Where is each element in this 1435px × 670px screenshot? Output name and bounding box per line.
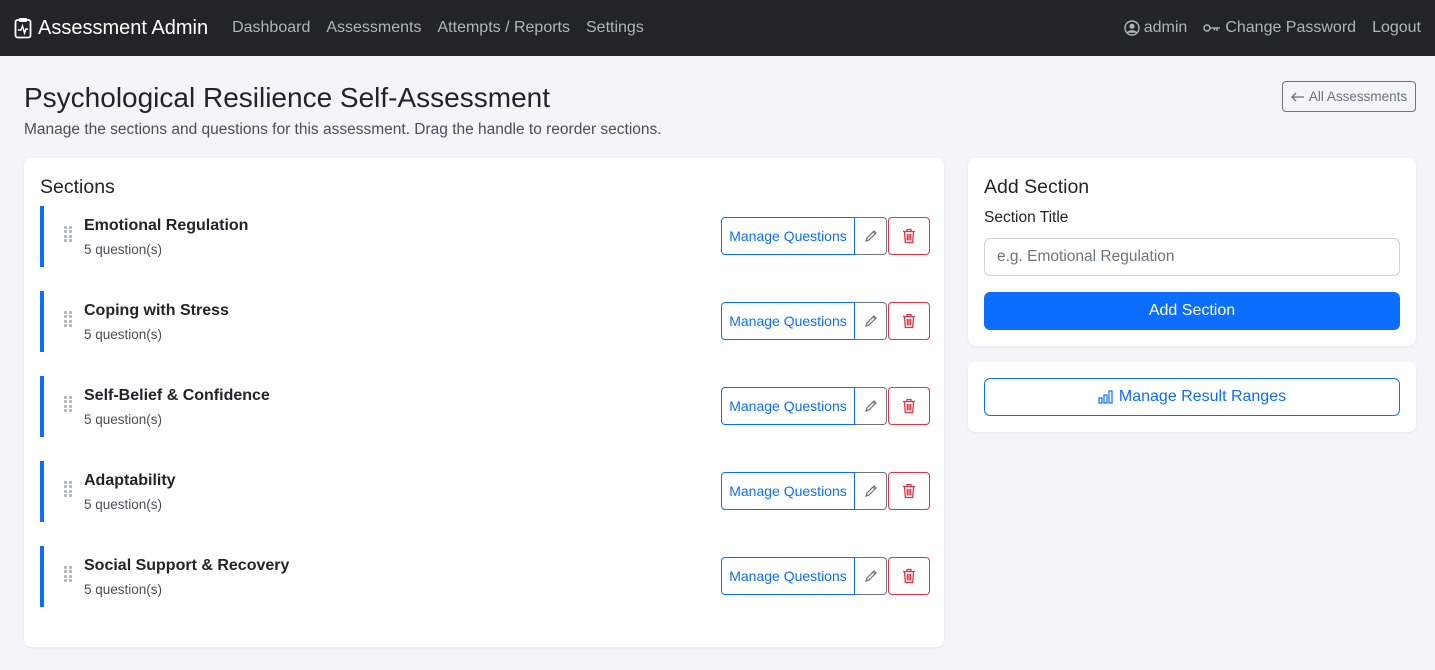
drag-handle-icon[interactable]: [64, 396, 72, 412]
trash-icon: [903, 483, 915, 499]
edit-section-button[interactable]: [855, 472, 887, 510]
section-question-count: 5 question(s): [84, 497, 163, 512]
user-circle-icon: [1124, 20, 1140, 36]
delete-section-button[interactable]: [888, 472, 930, 510]
section-title: Social Support & Recovery: [84, 557, 290, 574]
nav-change-password-label: Change Password: [1225, 19, 1357, 36]
drag-handle-icon[interactable]: [64, 566, 72, 582]
delete-section-button[interactable]: [888, 387, 930, 425]
pencil-icon: [864, 570, 877, 582]
section-question-count: 5 question(s): [84, 412, 163, 427]
pencil-icon: [864, 315, 877, 327]
manage-result-ranges-button[interactable]: Manage Result Ranges: [984, 378, 1400, 416]
all-assessments-label: All Assessments: [1308, 89, 1408, 104]
nav-links: Dashboard Assessments Attempts / Reports…: [232, 19, 644, 37]
section-title: Emotional Regulation: [84, 217, 249, 234]
section-row: Self-Belief & Confidence 5 question(s) M…: [40, 376, 930, 437]
drag-handle-icon[interactable]: [64, 226, 72, 242]
edit-section-button[interactable]: [855, 302, 887, 340]
section-question-count: 5 question(s): [84, 582, 163, 597]
brand-name: Assessment Admin: [38, 16, 209, 39]
section-actions: Manage Questions: [721, 387, 930, 425]
page-subtitle: Manage the sections and questions for th…: [24, 121, 662, 138]
manage-questions-button[interactable]: Manage Questions: [721, 217, 855, 255]
add-section-title: Add Section: [984, 176, 1090, 198]
drag-handle-icon[interactable]: [64, 311, 72, 327]
nav-settings[interactable]: Settings: [586, 19, 644, 37]
nav-assessments[interactable]: Assessments: [326, 19, 421, 37]
manage-questions-button[interactable]: Manage Questions: [721, 557, 855, 595]
delete-section-button[interactable]: [888, 557, 930, 595]
section-actions: Manage Questions: [721, 557, 930, 595]
brand[interactable]: Assessment Admin: [14, 17, 208, 40]
section-actions: Manage Questions: [721, 217, 930, 255]
trash-icon: [903, 228, 915, 244]
section-title: Adaptability: [84, 472, 176, 489]
all-assessments-button[interactable]: All Assessments: [1282, 81, 1416, 112]
clipboard-pulse-icon: [14, 18, 32, 39]
delete-section-button[interactable]: [888, 302, 930, 340]
drag-handle-icon[interactable]: [64, 481, 72, 497]
nav-user[interactable]: admin: [1124, 19, 1188, 37]
manage-result-ranges-label: Manage Result Ranges: [1118, 388, 1287, 405]
page-title: Psychological Resilience Self-Assessment: [24, 82, 550, 113]
nav-dashboard[interactable]: Dashboard: [232, 19, 310, 37]
add-section-button[interactable]: Add Section: [984, 292, 1400, 330]
section-row: Emotional Regulation 5 question(s) Manag…: [40, 206, 930, 267]
pencil-icon: [864, 230, 877, 242]
trash-icon: [903, 398, 915, 414]
section-question-count: 5 question(s): [84, 242, 163, 257]
section-row: Social Support & Recovery 5 question(s) …: [40, 546, 930, 607]
sections-card: Sections Emotional Regulation 5 question…: [24, 158, 944, 647]
nav-logout[interactable]: Logout: [1372, 19, 1421, 37]
top-navbar: Assessment Admin Dashboard Assessments A…: [0, 0, 1435, 56]
nav-user-area: admin Change Password Logout: [1124, 19, 1421, 37]
result-ranges-card: Manage Result Ranges: [968, 362, 1416, 432]
trash-icon: [903, 568, 915, 584]
nav-user-label: admin: [1143, 19, 1188, 36]
sections-title: Sections: [40, 176, 115, 198]
section-title: Self-Belief & Confidence: [84, 387, 270, 404]
pencil-icon: [864, 485, 877, 497]
manage-questions-button[interactable]: Manage Questions: [721, 472, 855, 510]
arrow-left-icon: [1290, 92, 1304, 101]
delete-section-button[interactable]: [888, 217, 930, 255]
key-icon: [1203, 24, 1221, 32]
section-row: Adaptability 5 question(s) Manage Questi…: [40, 461, 930, 522]
manage-questions-button[interactable]: Manage Questions: [721, 302, 855, 340]
bar-chart-icon: [1098, 390, 1113, 404]
edit-section-button[interactable]: [855, 217, 887, 255]
add-section-card: Add Section Section Title Add Section: [968, 158, 1416, 346]
section-title-label: Section Title: [984, 209, 1069, 226]
section-row: Coping with Stress 5 question(s) Manage …: [40, 291, 930, 352]
nav-attempts-reports[interactable]: Attempts / Reports: [438, 19, 571, 37]
section-question-count: 5 question(s): [84, 327, 163, 342]
edit-section-button[interactable]: [855, 557, 887, 595]
nav-change-password[interactable]: Change Password: [1203, 19, 1356, 37]
section-actions: Manage Questions: [721, 472, 930, 510]
edit-section-button[interactable]: [855, 387, 887, 425]
manage-questions-button[interactable]: Manage Questions: [721, 387, 855, 425]
pencil-icon: [864, 400, 877, 412]
section-title-input[interactable]: [984, 238, 1400, 276]
section-actions: Manage Questions: [721, 302, 930, 340]
trash-icon: [903, 313, 915, 329]
section-title: Coping with Stress: [84, 302, 229, 319]
